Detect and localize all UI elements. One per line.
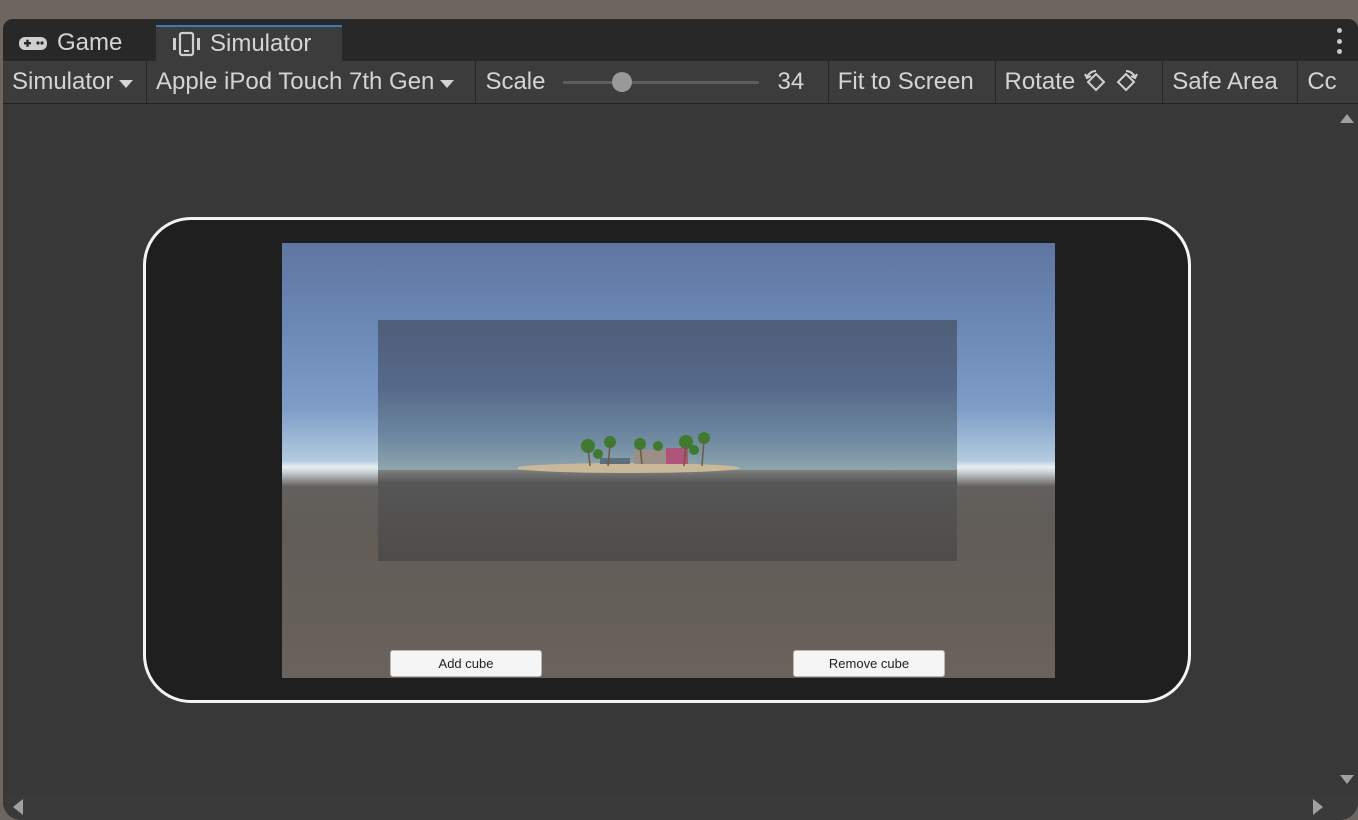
scale-slider[interactable]: [563, 71, 760, 92]
camera-preview-panel: [378, 320, 957, 561]
simulator-icon: [170, 31, 202, 57]
rotate-right-icon[interactable]: [1111, 67, 1141, 97]
rotate-control: Rotate: [996, 61, 1164, 103]
scale-value: 34: [777, 68, 805, 95]
scale-label: Scale: [485, 68, 546, 95]
fit-to-screen-label: Fit to Screen: [837, 68, 974, 95]
scale-control: Scale 34: [476, 61, 829, 103]
overflow-toolbar-label: Cc: [1307, 68, 1337, 95]
tab-simulator-label: Simulator: [210, 30, 312, 57]
kebab-menu-icon[interactable]: [1334, 28, 1344, 54]
rotate-left-icon[interactable]: [1081, 67, 1111, 97]
vertical-scrollbar[interactable]: [1333, 104, 1358, 794]
chevron-down-icon: [119, 79, 134, 88]
horizontal-scrollbar[interactable]: [3, 794, 1358, 820]
island-image: [518, 432, 740, 473]
tab-bar: Game Simulator: [3, 19, 1358, 61]
device-frame: Add cube Remove cube: [143, 217, 1191, 703]
safe-area-label: Safe Area: [1172, 68, 1278, 95]
game-screen[interactable]: Add cube Remove cube: [282, 243, 1055, 678]
remove-cube-button[interactable]: Remove cube: [793, 650, 945, 677]
tab-game-label: Game: [57, 29, 123, 56]
add-cube-button[interactable]: Add cube: [390, 650, 542, 677]
gamepad-icon: [17, 31, 49, 55]
tab-game[interactable]: Game: [3, 25, 155, 61]
simulator-toolbar: Simulator Apple iPod Touch 7th Gen Scale…: [3, 61, 1358, 104]
fit-to-screen-button[interactable]: Fit to Screen: [829, 61, 996, 103]
mode-dropdown[interactable]: Simulator: [3, 61, 147, 103]
scroll-left-icon[interactable]: [13, 799, 23, 815]
overflow-toolbar-button[interactable]: Cc: [1298, 61, 1358, 103]
chevron-down-icon: [440, 79, 455, 88]
scroll-up-icon[interactable]: [1340, 114, 1354, 123]
scroll-right-icon[interactable]: [1313, 799, 1323, 815]
simulator-viewport: Add cube Remove cube: [3, 104, 1333, 794]
preview-ground: [378, 470, 957, 561]
scale-slider-thumb[interactable]: [612, 71, 633, 92]
device-dropdown-label: Apple iPod Touch 7th Gen: [155, 68, 435, 95]
simulator-window: Game Simulator Simulator Apple iPod Touc…: [3, 19, 1358, 820]
safe-area-toggle[interactable]: Safe Area: [1163, 61, 1299, 103]
tab-simulator[interactable]: Simulator: [156, 25, 342, 61]
rotate-label: Rotate: [1004, 68, 1076, 95]
mode-dropdown-label: Simulator: [12, 68, 114, 95]
device-dropdown[interactable]: Apple iPod Touch 7th Gen: [147, 61, 477, 103]
scroll-down-icon[interactable]: [1340, 775, 1354, 784]
